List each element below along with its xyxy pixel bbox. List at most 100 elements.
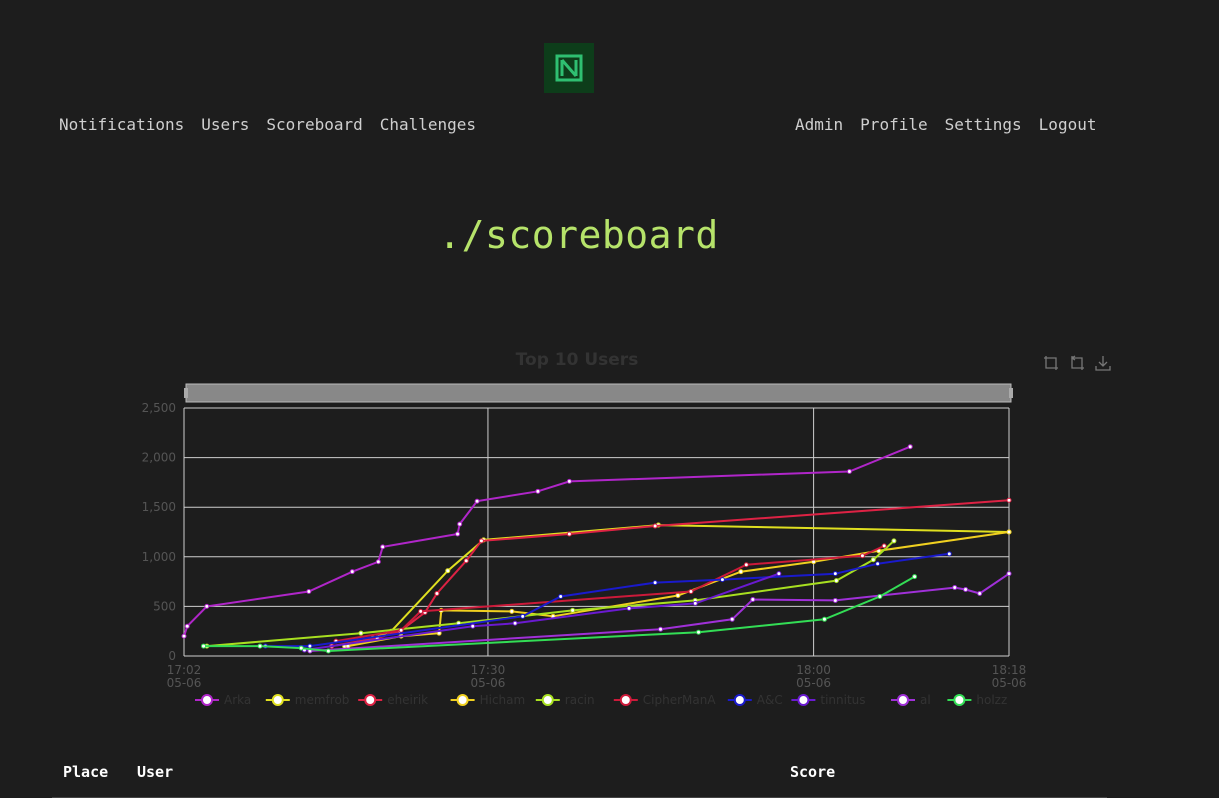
data-point (912, 574, 918, 580)
nav-logout[interactable]: Logout (1039, 115, 1097, 134)
x-tick-label: 18:18 (992, 663, 1027, 677)
data-point (455, 531, 461, 537)
data-point (418, 608, 424, 614)
y-tick-label: 2,500 (142, 401, 176, 415)
data-point (963, 587, 969, 593)
legend-marker (897, 694, 909, 706)
data-point (846, 468, 852, 474)
data-point (257, 643, 263, 649)
x-tick-label: 17:30 (471, 663, 506, 677)
data-point (566, 478, 572, 484)
data-point (652, 580, 658, 586)
header-place: Place (63, 763, 109, 781)
x-tick-label: 17:02 (167, 663, 202, 677)
legend-item: tinnitus (820, 693, 865, 707)
data-point (652, 523, 658, 529)
nav-notifications[interactable]: Notifications (59, 115, 184, 134)
data-point (626, 605, 632, 611)
legend-marker (271, 694, 284, 706)
legend-item: CipherManA (643, 693, 717, 707)
data-point (325, 648, 331, 654)
legend-marker (541, 694, 554, 706)
data-point (870, 557, 876, 563)
data-point (307, 643, 313, 649)
data-point (457, 521, 463, 527)
data-point (859, 553, 865, 559)
data-point (776, 571, 782, 577)
data-point (750, 596, 756, 602)
data-point (434, 591, 440, 597)
data-point (877, 593, 883, 599)
y-tick-label: 2,000 (142, 451, 176, 465)
y-tick-label: 1,000 (142, 550, 176, 564)
legend-item: A&C (757, 693, 783, 707)
data-point (729, 616, 735, 622)
data-point (445, 568, 451, 574)
logo-icon (555, 54, 583, 82)
nav-right: Admin Profile Settings Logout (795, 115, 1096, 134)
zoom-slider-handle-left (184, 388, 188, 398)
legend-item: racin (565, 693, 595, 707)
nav-challenges[interactable]: Challenges (380, 115, 476, 134)
legend-marker (619, 694, 632, 706)
scoreboard-table-header: Place User Score (52, 755, 1107, 798)
data-point (375, 559, 381, 565)
zoom-slider-handle-right (1009, 388, 1013, 398)
data-point (201, 643, 207, 649)
data-point (520, 613, 526, 619)
x-tick-date: 05-06 (167, 676, 202, 690)
y-tick-label: 0 (168, 649, 176, 663)
data-point (891, 538, 897, 544)
data-point (977, 591, 983, 597)
series-line (183, 445, 911, 637)
x-tick-date: 05-06 (992, 676, 1027, 690)
data-point (675, 592, 681, 598)
data-point (821, 616, 827, 622)
data-point (688, 589, 694, 595)
data-point (1006, 497, 1012, 503)
x-tick-label: 18:00 (796, 663, 831, 677)
logo[interactable] (544, 43, 594, 93)
data-point (470, 623, 476, 629)
data-point (204, 603, 210, 609)
y-tick-label: 500 (153, 599, 176, 613)
data-point (743, 562, 749, 568)
data-point (696, 629, 702, 635)
x-tick-date: 05-06 (796, 676, 831, 690)
data-point (1006, 571, 1012, 577)
scoreboard-chart: Top 10 Users 0 500 1,000 1,500 2,000 2,500 17:… (0, 340, 1219, 720)
data-point (474, 498, 480, 504)
nav-admin[interactable]: Admin (795, 115, 843, 134)
legend-marker (201, 694, 213, 706)
nav-scoreboard[interactable]: Scoreboard (266, 115, 362, 134)
series-line (331, 499, 1010, 648)
data-point (719, 577, 725, 583)
series-line (203, 575, 916, 653)
legend-marker (364, 694, 377, 706)
data-point (349, 569, 355, 575)
legend-marker (733, 694, 746, 706)
y-tick-label: 1,500 (142, 500, 176, 514)
data-point (875, 561, 881, 567)
data-point (832, 597, 838, 603)
nav-users[interactable]: Users (201, 115, 249, 134)
data-point (952, 585, 958, 591)
data-point (181, 633, 187, 639)
nav-profile[interactable]: Profile (860, 115, 927, 134)
data-point (881, 543, 887, 549)
legend-item: eheirik (387, 693, 428, 707)
data-point (298, 645, 304, 651)
data-point (1006, 529, 1012, 535)
x-tick-date: 05-06 (471, 676, 506, 690)
data-point (358, 630, 364, 636)
data-point (946, 551, 952, 557)
data-point (570, 607, 576, 613)
data-point (380, 544, 386, 550)
legend-item: holzz (976, 693, 1007, 707)
data-point (478, 538, 484, 544)
series-line (309, 572, 1010, 652)
data-point (512, 620, 518, 626)
nav-settings[interactable]: Settings (945, 115, 1022, 134)
data-point (833, 578, 839, 584)
data-point (535, 488, 541, 494)
